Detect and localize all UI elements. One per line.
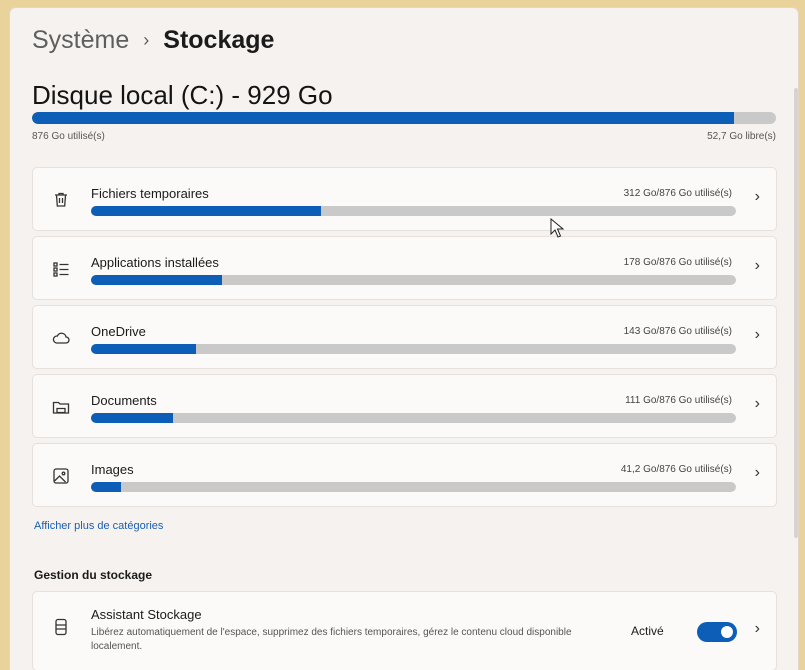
category-usage-bar bbox=[91, 482, 736, 492]
category-usage-fill bbox=[91, 344, 197, 354]
category-images[interactable]: Images 41,2 Go/876 Go utilisé(s) › bbox=[32, 443, 777, 507]
chevron-right-icon[interactable]: › bbox=[755, 395, 760, 413]
category-usage: 143 Go/876 Go utilisé(s) bbox=[623, 326, 732, 337]
storage-sense-title: Assistant Stockage bbox=[91, 607, 202, 622]
category-usage-bar bbox=[91, 344, 736, 354]
category-documents[interactable]: Documents 111 Go/876 Go utilisé(s) › bbox=[32, 374, 777, 438]
chevron-right-icon[interactable]: › bbox=[755, 464, 760, 482]
mouse-cursor-icon bbox=[550, 218, 564, 238]
category-usage-fill bbox=[91, 206, 321, 216]
storage-sense-toggle[interactable] bbox=[697, 622, 737, 642]
category-list: Fichiers temporaires 312 Go/876 Go utili… bbox=[32, 167, 777, 512]
image-icon bbox=[51, 466, 71, 486]
show-more-categories-link[interactable]: Afficher plus de catégories bbox=[34, 520, 163, 532]
disk-title: Disque local (C:) - 929 Go bbox=[32, 80, 333, 110]
category-name: Fichiers temporaires bbox=[91, 186, 209, 201]
section-title-storage-management: Gestion du stockage bbox=[34, 568, 153, 582]
category-name: Applications installées bbox=[91, 255, 219, 270]
storage-sense-state: Activé bbox=[631, 624, 664, 638]
apps-list-icon bbox=[51, 259, 71, 279]
chevron-right-icon[interactable]: › bbox=[755, 188, 760, 206]
settings-window: Système › Stockage Disque local (C:) - 9… bbox=[10, 8, 798, 670]
disk-free-label: 52,7 Go libre(s) bbox=[707, 131, 776, 142]
category-usage: 111 Go/876 Go utilisé(s) bbox=[625, 395, 732, 406]
breadcrumb: Système › Stockage bbox=[32, 26, 274, 55]
category-usage-bar bbox=[91, 413, 736, 423]
category-installed-apps[interactable]: Applications installées 178 Go/876 Go ut… bbox=[32, 236, 777, 300]
trash-icon bbox=[51, 190, 71, 210]
category-name: Images bbox=[91, 462, 134, 477]
scrollbar[interactable] bbox=[794, 88, 798, 538]
category-usage: 178 Go/876 Go utilisé(s) bbox=[623, 257, 732, 268]
storage-sense-card[interactable]: Assistant Stockage Libérez automatiqueme… bbox=[32, 591, 777, 670]
category-usage-fill bbox=[91, 413, 173, 423]
disk-usage-bar bbox=[32, 112, 776, 124]
page-title: Stockage bbox=[163, 26, 275, 54]
category-usage-bar bbox=[91, 206, 736, 216]
disk-used-label: 876 Go utilisé(s) bbox=[32, 131, 105, 142]
disk-usage-fill bbox=[32, 112, 734, 124]
category-onedrive[interactable]: OneDrive 143 Go/876 Go utilisé(s) › bbox=[32, 305, 777, 369]
chevron-right-icon[interactable]: › bbox=[755, 257, 760, 275]
category-usage: 312 Go/876 Go utilisé(s) bbox=[623, 188, 732, 199]
folder-icon bbox=[51, 397, 71, 417]
toggle-knob bbox=[721, 626, 733, 638]
breadcrumb-parent[interactable]: Système bbox=[32, 26, 129, 55]
category-name: Documents bbox=[91, 393, 157, 408]
category-usage-fill bbox=[91, 275, 222, 285]
cloud-icon bbox=[51, 328, 71, 348]
category-name: OneDrive bbox=[91, 324, 146, 339]
database-icon bbox=[51, 617, 71, 637]
category-usage: 41,2 Go/876 Go utilisé(s) bbox=[620, 464, 732, 475]
chevron-right-icon[interactable]: › bbox=[755, 326, 760, 344]
storage-sense-description: Libérez automatiquement de l'espace, sup… bbox=[91, 627, 572, 652]
category-usage-fill bbox=[91, 482, 122, 492]
category-usage-bar bbox=[91, 275, 736, 285]
chevron-right-icon[interactable]: › bbox=[755, 620, 760, 638]
breadcrumb-separator: › bbox=[143, 30, 150, 50]
category-temp-files[interactable]: Fichiers temporaires 312 Go/876 Go utili… bbox=[32, 167, 777, 231]
